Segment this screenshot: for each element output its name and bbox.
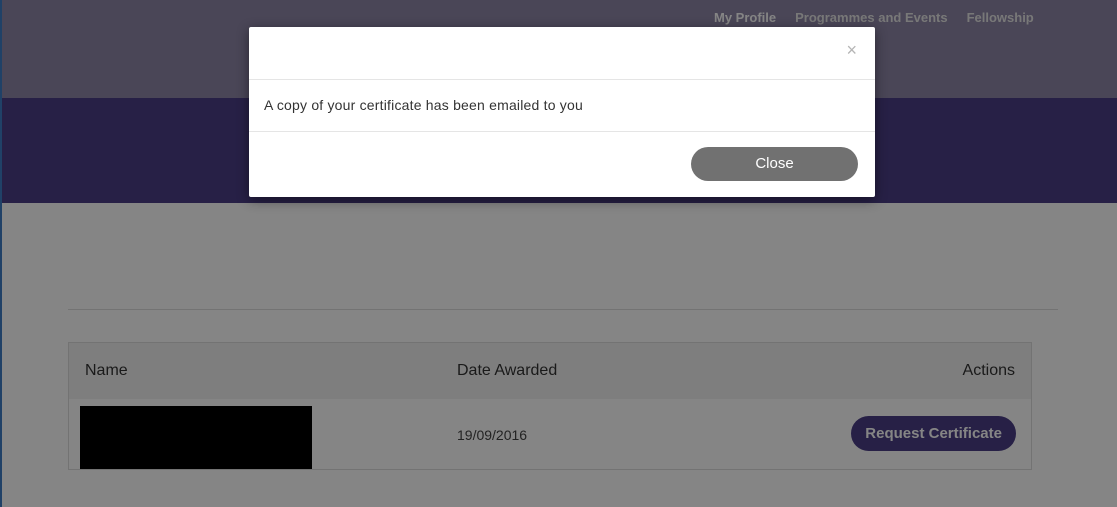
dialog-footer: Close: [249, 132, 875, 196]
dialog-message: A copy of your certificate has been emai…: [264, 97, 583, 113]
dialog-body: A copy of your certificate has been emai…: [249, 80, 875, 132]
confirmation-dialog: × A copy of your certificate has been em…: [249, 27, 875, 197]
close-button[interactable]: Close: [691, 147, 858, 181]
dialog-header: ×: [249, 27, 875, 80]
close-icon[interactable]: ×: [846, 40, 857, 60]
